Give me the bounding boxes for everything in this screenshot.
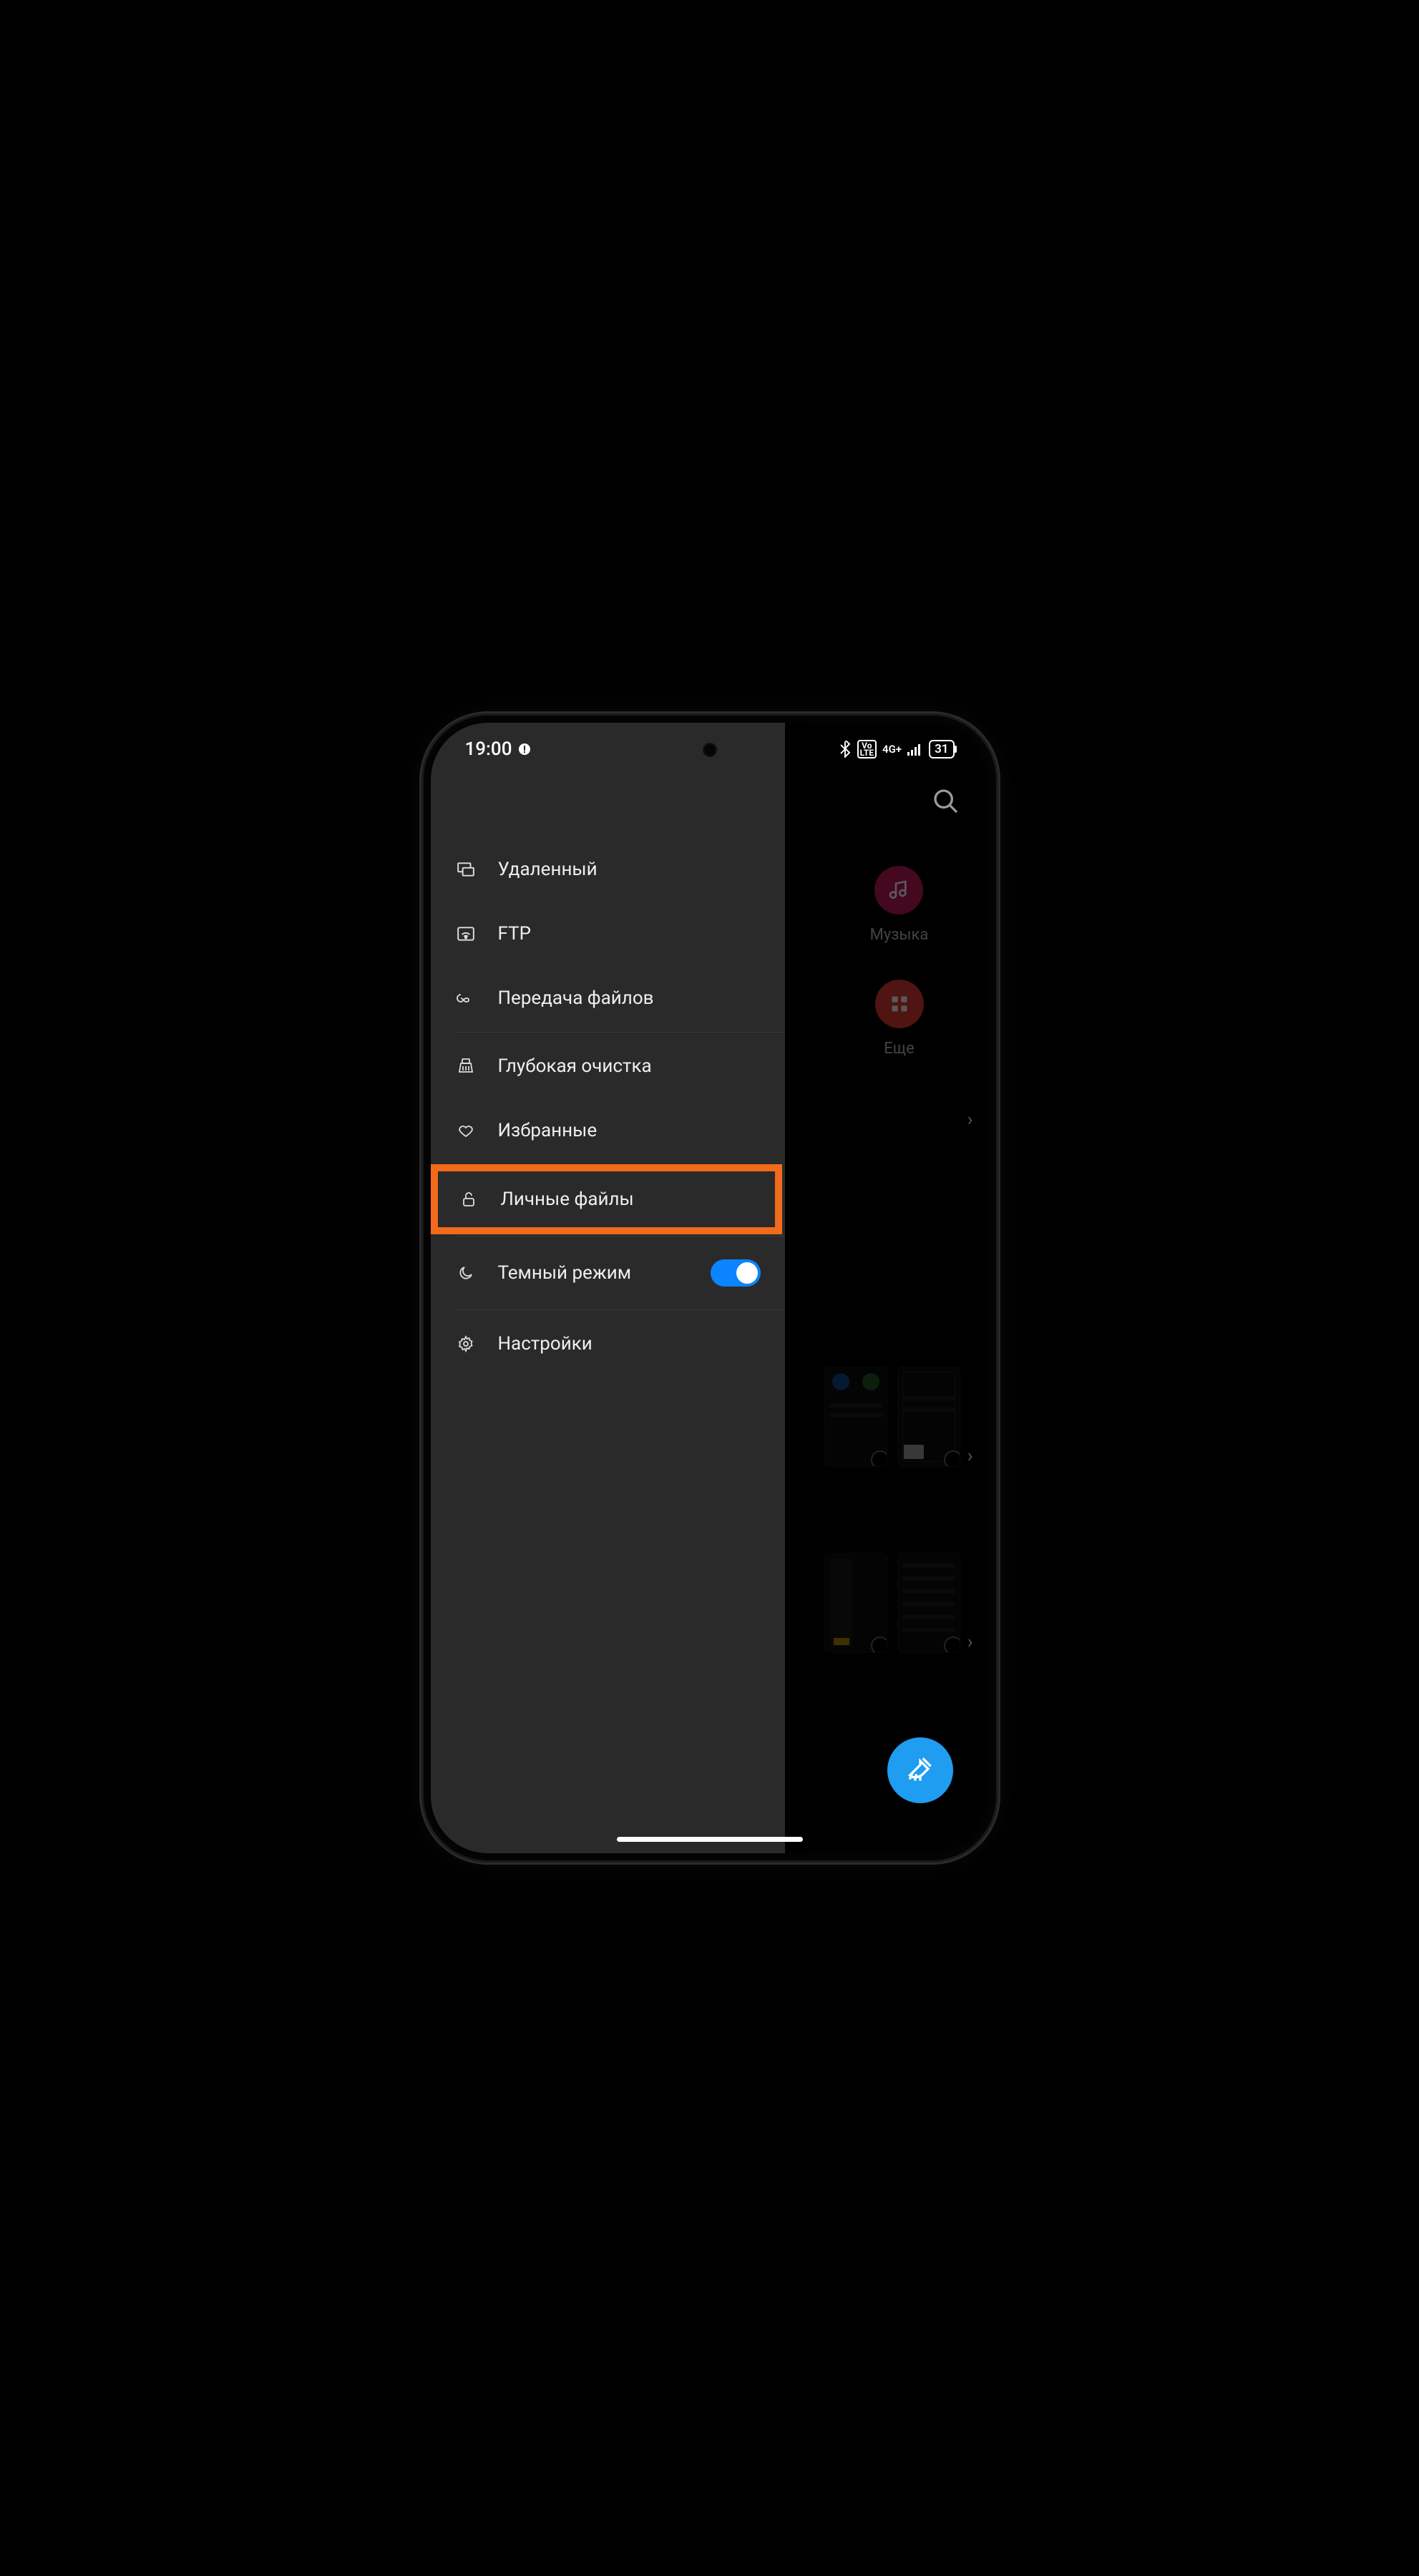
drawer-item-label: Личные файлы (501, 1189, 634, 1210)
clean-fab[interactable] (887, 1737, 953, 1803)
drawer-item-private[interactable]: Личные файлы (434, 1167, 779, 1231)
category-more[interactable]: Еще (875, 980, 924, 1058)
thumbnail[interactable] (824, 1367, 887, 1467)
drawer-item-transfer[interactable]: Передача файлов (431, 966, 785, 1030)
thumbnail[interactable] (897, 1553, 960, 1653)
home-indicator[interactable] (617, 1837, 803, 1842)
signal-icon (907, 743, 923, 756)
heart-icon (455, 1122, 477, 1139)
drawer-item-label: FTP (498, 923, 532, 945)
monitor-icon (455, 860, 477, 879)
volte-icon: VoLTE (857, 740, 877, 758)
select-circle-icon[interactable] (944, 1450, 960, 1467)
divider (455, 1309, 785, 1310)
thumbnail[interactable] (824, 1553, 887, 1653)
notification-dot-icon (517, 742, 532, 756)
status-time: 19:00 (465, 738, 512, 760)
phone-frame: 19:00 VoLTE 4G+ 31 (424, 716, 996, 1860)
drawer-item-label: Глубокая очистка (498, 1055, 652, 1077)
broom-box-icon (455, 1058, 477, 1075)
grid-icon (875, 980, 924, 1028)
network-label: 4G+ (882, 745, 902, 753)
drawer-item-favorites[interactable]: Избранные (431, 1098, 785, 1163)
wifi-box-icon (455, 924, 477, 943)
drawer-item-remote[interactable]: Удаленный (431, 837, 785, 902)
music-icon (874, 866, 923, 914)
chevron-right-icon: › (967, 1109, 973, 1131)
battery-percent: 31 (935, 742, 948, 756)
darkmode-toggle[interactable] (711, 1259, 761, 1287)
drawer-item-ftp[interactable]: FTP (431, 902, 785, 966)
battery-indicator: 31 (929, 740, 954, 758)
drawer-item-settings[interactable]: Настройки (431, 1312, 785, 1376)
broom-icon (904, 1753, 936, 1787)
infinity-icon (455, 991, 477, 1005)
front-camera (703, 743, 717, 757)
select-circle-icon[interactable] (871, 1450, 887, 1467)
moon-icon (455, 1264, 477, 1282)
category-music[interactable]: Музыка (870, 866, 929, 944)
divider (455, 1032, 785, 1033)
navigation-drawer: Удаленный FTP Передача файлов Глубок (431, 723, 785, 1853)
search-button[interactable] (932, 787, 960, 819)
category-label: Еще (884, 1040, 915, 1058)
drawer-item-label: Темный режим (498, 1262, 632, 1284)
screen: 19:00 VoLTE 4G+ 31 (431, 723, 989, 1853)
lock-open-icon (458, 1191, 479, 1208)
bluetooth-icon (839, 741, 852, 758)
recent-thumbnails (824, 1367, 960, 1653)
select-circle-icon[interactable] (944, 1636, 960, 1653)
category-label: Музыка (870, 926, 929, 944)
drawer-item-label: Удаленный (498, 859, 598, 880)
gear-icon (455, 1335, 477, 1352)
drawer-item-label: Передача файлов (498, 987, 654, 1009)
chevron-right-icon: › (967, 1445, 973, 1467)
drawer-item-darkmode[interactable]: Темный режим (431, 1238, 785, 1308)
drawer-item-label: Настройки (498, 1333, 593, 1355)
thumbnail[interactable] (897, 1367, 960, 1467)
drawer-item-deepclean[interactable]: Глубокая очистка (431, 1034, 785, 1098)
chevron-right-icon: › (967, 1631, 973, 1653)
search-icon (932, 805, 960, 819)
select-circle-icon[interactable] (871, 1636, 887, 1653)
drawer-item-label: Избранные (498, 1120, 598, 1141)
